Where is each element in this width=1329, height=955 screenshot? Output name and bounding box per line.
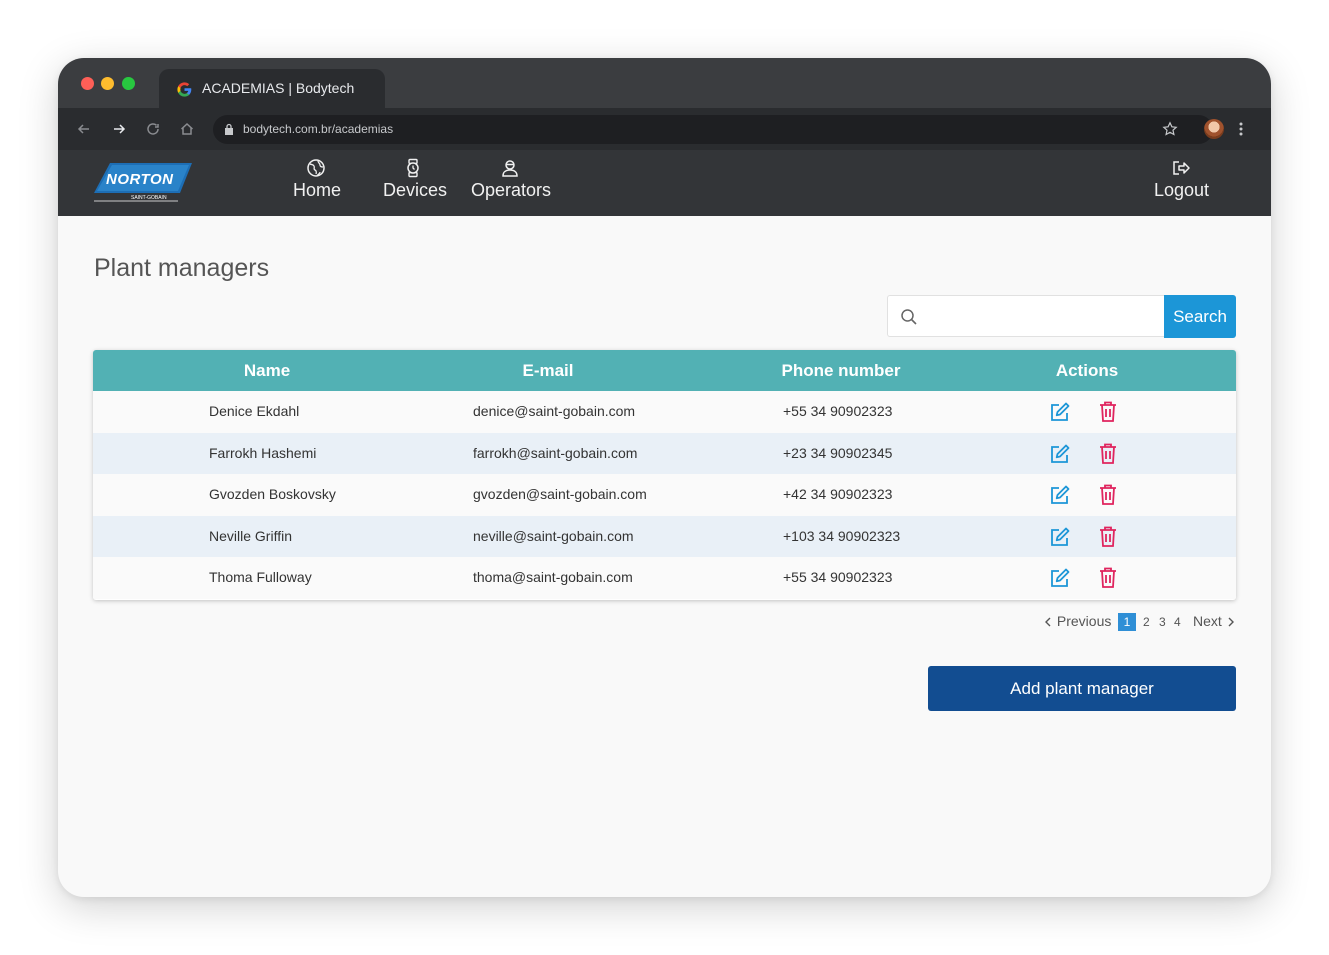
- minimize-window-button[interactable]: [101, 77, 114, 90]
- row-phone: +55 34 90902323: [783, 403, 893, 419]
- row-email: gvozden@saint-gobain.com: [473, 486, 647, 503]
- column-header-phone[interactable]: Phone number: [781, 361, 900, 381]
- row-name: Farrokh Hashemi: [209, 444, 317, 461]
- address-bar[interactable]: bodytech.com.br/academias: [213, 115, 1213, 144]
- row-phone: +42 34 90902323: [783, 486, 893, 503]
- nav-logout[interactable]: Logout: [1154, 158, 1210, 201]
- next-label: Next: [1193, 613, 1222, 629]
- previous-label: Previous: [1056, 613, 1112, 629]
- table-row: Neville Griffin neville@saint-gobain.com…: [93, 515, 1236, 558]
- edit-icon[interactable]: [1049, 526, 1071, 548]
- row-name: Gvozden Boskovsky: [209, 486, 336, 503]
- search-icon: [901, 309, 917, 325]
- row-email: denice@saint-gobain.com: [473, 403, 636, 419]
- globe-icon: [307, 159, 325, 177]
- close-window-button[interactable]: [81, 77, 94, 90]
- chevron-left-icon: [1045, 617, 1051, 627]
- page-4-button[interactable]: 4: [1174, 615, 1181, 629]
- chevron-right-icon: [1228, 617, 1234, 627]
- next-page-button[interactable]: Next: [1193, 613, 1236, 629]
- column-header-actions: Actions: [1055, 361, 1119, 380]
- table-row: Gvozden Boskovsky gvozden@saint-gobain.c…: [93, 474, 1236, 516]
- page-1-button[interactable]: 1: [1118, 613, 1136, 631]
- edit-icon[interactable]: [1049, 484, 1071, 506]
- back-arrow-icon[interactable]: [76, 121, 92, 137]
- url-text: bodytech.com.br/academias: [243, 122, 394, 136]
- row-name: Denice Ekdahl: [209, 403, 300, 419]
- nav-operators-label: Operators: [471, 180, 552, 200]
- nav-operators[interactable]: Operators: [471, 158, 552, 201]
- row-email: thoma@saint-gobain.com: [473, 569, 633, 586]
- more-menu-icon[interactable]: [1239, 120, 1243, 138]
- operator-icon: [502, 160, 518, 177]
- page-2-button[interactable]: 2: [1143, 615, 1150, 629]
- previous-page-button[interactable]: Previous: [1043, 613, 1111, 629]
- trash-icon[interactable]: [1099, 484, 1117, 506]
- lock-icon: [225, 123, 233, 135]
- table-row: Denice Ekdahl denice@saint-gobain.com +5…: [93, 391, 1236, 433]
- trash-icon[interactable]: [1099, 443, 1117, 464]
- table-row: Thoma Fulloway thoma@saint-gobain.com +5…: [93, 557, 1236, 599]
- trash-icon[interactable]: [1099, 526, 1117, 547]
- edit-icon[interactable]: [1049, 567, 1071, 589]
- tab-title: ACADEMIAS | Bodytech: [202, 80, 355, 96]
- search-box: [887, 295, 1165, 337]
- row-email: neville@saint-gobain.com: [473, 527, 634, 544]
- reload-icon[interactable]: [145, 121, 161, 137]
- home-icon[interactable]: [179, 121, 195, 137]
- nav-home[interactable]: Home: [293, 158, 342, 201]
- watch-icon: [407, 158, 419, 178]
- trash-icon[interactable]: [1099, 567, 1117, 589]
- row-name: Neville Griffin: [209, 527, 292, 544]
- google-icon: [177, 82, 192, 97]
- svg-text:NORTON: NORTON: [106, 171, 174, 188]
- nav-home-label: Home: [293, 180, 342, 200]
- page-title: Plant managers: [94, 254, 270, 282]
- row-name: Thoma Fulloway: [209, 569, 312, 586]
- page-3-button[interactable]: 3: [1159, 615, 1166, 629]
- profile-avatar[interactable]: [1204, 119, 1224, 139]
- edit-icon[interactable]: [1049, 443, 1071, 465]
- edit-icon[interactable]: [1049, 401, 1071, 423]
- nav-devices[interactable]: Devices: [383, 158, 447, 201]
- row-phone: +55 34 90902323: [783, 569, 893, 586]
- trash-icon[interactable]: [1099, 401, 1117, 422]
- tab-strip: ACADEMIAS | Bodytech: [58, 58, 1271, 108]
- search-button[interactable]: Search: [1164, 295, 1236, 338]
- nav-logout-label: Logout: [1154, 180, 1210, 200]
- app-navbar: NORTON SAINT-GOBAIN Home Devices Operato…: [58, 150, 1271, 216]
- logout-icon: [1173, 161, 1190, 175]
- table-row: Farrokh Hashemi farrokh@saint-gobain.com…: [93, 432, 1236, 475]
- plant-managers-table: Name E-mail Phone number Actions Denice …: [93, 350, 1236, 600]
- row-email: farrokh@saint-gobain.com: [473, 444, 638, 461]
- column-header-name[interactable]: Name: [244, 361, 290, 381]
- browser-toolbar: bodytech.com.br/academias: [58, 108, 1271, 150]
- svg-text:SAINT-GOBAIN: SAINT-GOBAIN: [131, 195, 167, 201]
- browser-tab[interactable]: ACADEMIAS | Bodytech: [159, 69, 385, 108]
- search-input[interactable]: [928, 302, 1157, 332]
- column-header-email[interactable]: E-mail: [522, 361, 573, 381]
- table-header: Name E-mail Phone number Actions: [93, 350, 1236, 391]
- norton-logo[interactable]: NORTON SAINT-GOBAIN: [92, 160, 194, 204]
- row-phone: +103 34 90902323: [783, 527, 901, 544]
- bookmark-star-icon[interactable]: [1162, 121, 1178, 137]
- forward-arrow-icon[interactable]: [111, 121, 127, 137]
- nav-devices-label: Devices: [383, 180, 448, 200]
- row-phone: +23 34 90902345: [783, 444, 893, 461]
- browser-window: ACADEMIAS | Bodytech bodytech.com.br/aca…: [58, 58, 1271, 897]
- add-plant-manager-button[interactable]: Add plant manager: [928, 666, 1236, 711]
- maximize-window-button[interactable]: [122, 77, 135, 90]
